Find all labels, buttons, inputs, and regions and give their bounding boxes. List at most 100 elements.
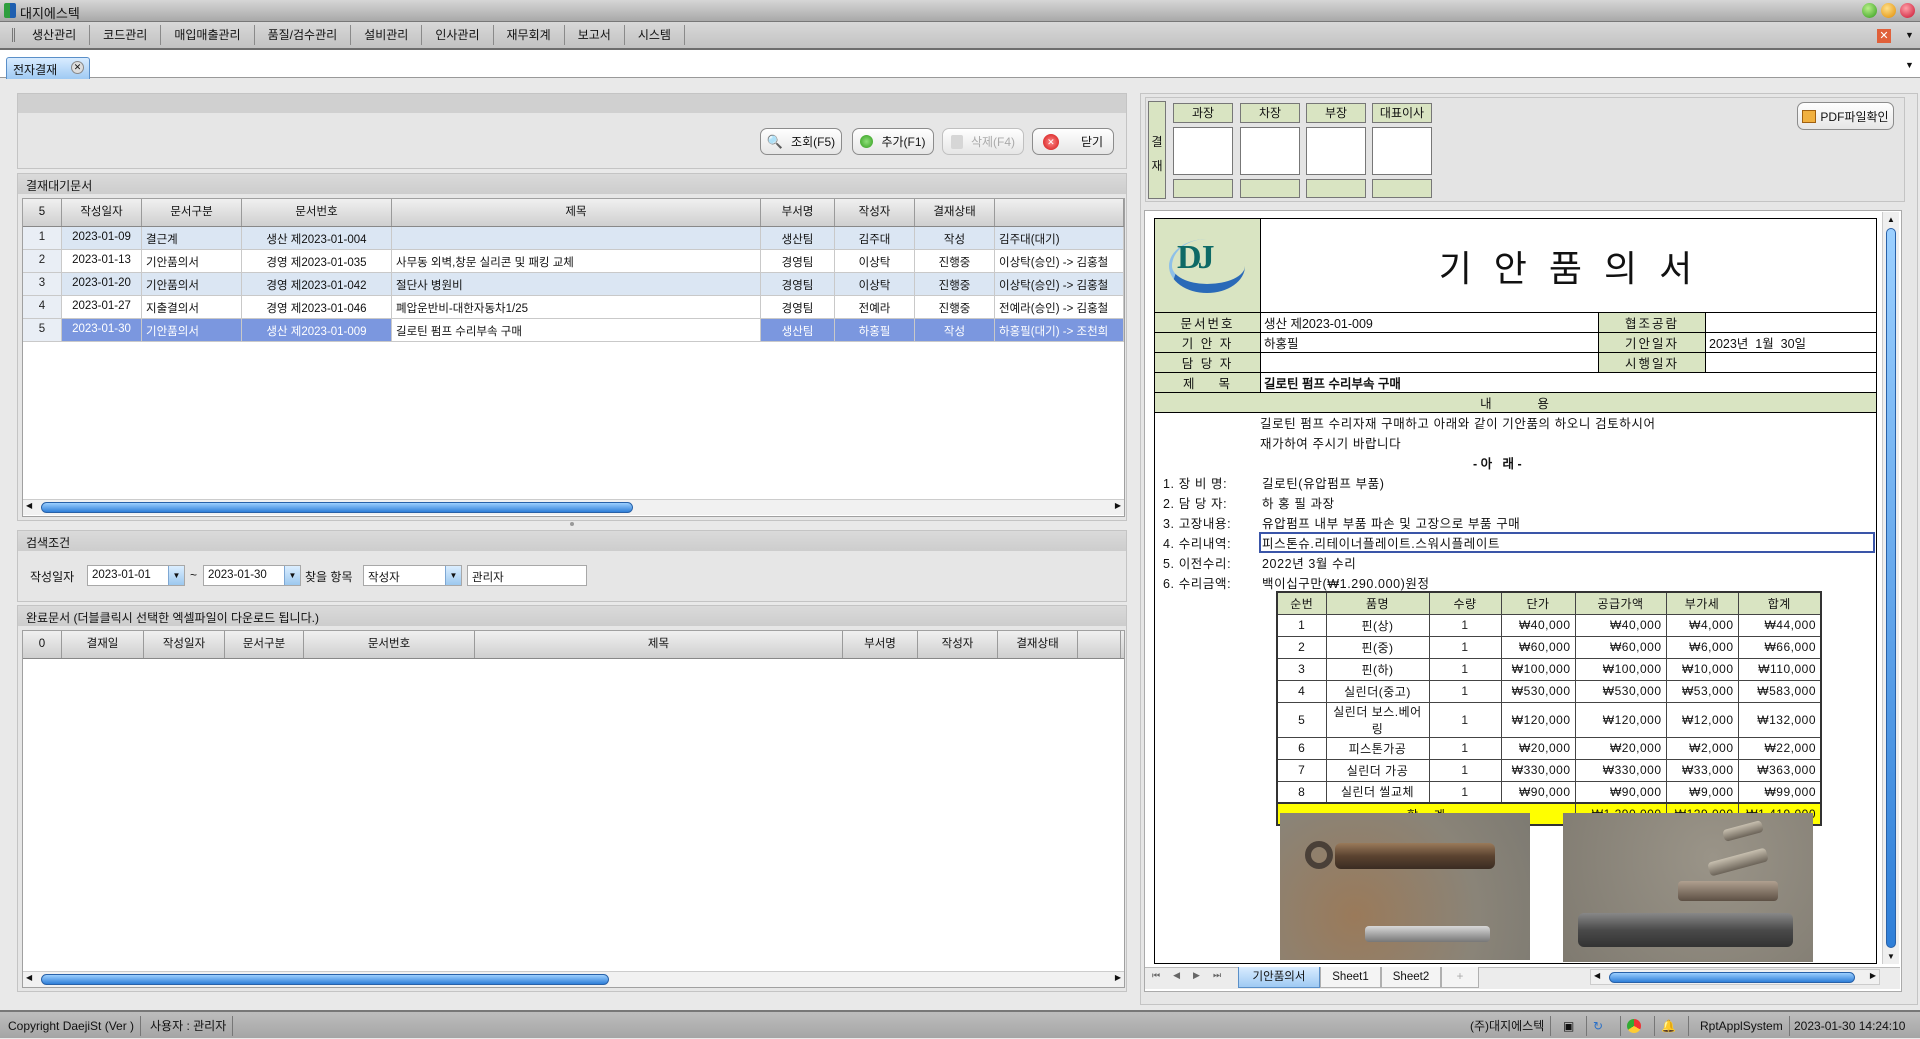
approval-signature-box[interactable] bbox=[1372, 127, 1432, 175]
column-header[interactable]: 결재상태 bbox=[998, 631, 1078, 658]
add-button[interactable]: 추가(F1) bbox=[852, 128, 934, 155]
tab-list-icon[interactable]: ▼ bbox=[1905, 60, 1914, 70]
menu-dropdown-icon[interactable]: ▼ bbox=[1905, 30, 1914, 40]
cell-subject bbox=[392, 227, 761, 249]
notification-bell-icon[interactable]: 🔔 bbox=[1655, 1016, 1689, 1036]
vertical-scrollbar[interactable]: ▲ ▼ bbox=[1882, 212, 1899, 964]
close-tab-icon[interactable]: ✕ bbox=[71, 61, 84, 74]
manager-label: 담 당 자 bbox=[1154, 352, 1261, 373]
scroll-left-icon[interactable]: ◀ bbox=[26, 973, 32, 982]
scroll-thumb[interactable] bbox=[41, 502, 633, 513]
menu-item[interactable]: 보고서 bbox=[565, 25, 625, 45]
menu-item[interactable]: 품질/검수관리 bbox=[255, 25, 352, 45]
column-header[interactable]: 작성자 bbox=[918, 631, 998, 658]
scroll-thumb[interactable] bbox=[41, 974, 609, 985]
column-header[interactable]: 결재상태 bbox=[915, 199, 995, 226]
menu-item[interactable]: 코드관리 bbox=[90, 25, 162, 45]
selected-cell[interactable] bbox=[1259, 532, 1875, 553]
window-close-button[interactable] bbox=[1900, 3, 1915, 18]
title-bar: 대지에스텍 bbox=[0, 0, 1920, 22]
add-sheet-button[interactable]: + bbox=[1441, 967, 1479, 988]
sheet-tab[interactable]: Sheet1 bbox=[1320, 967, 1381, 988]
cell-writer: 전예라 bbox=[835, 296, 915, 318]
menu-item[interactable]: 매입매출관리 bbox=[161, 25, 255, 45]
menu-item[interactable]: 설비관리 bbox=[351, 25, 423, 45]
approval-date-box bbox=[1306, 179, 1366, 198]
scroll-left-icon[interactable]: ◀ bbox=[1594, 971, 1600, 980]
cell-subject: 길로틴 펌프 수리부속 구매 bbox=[392, 319, 761, 341]
completed-horizontal-scrollbar[interactable]: ◀ ▶ bbox=[23, 971, 1124, 987]
column-header[interactable] bbox=[1078, 631, 1121, 658]
scroll-thumb[interactable] bbox=[1886, 228, 1896, 948]
chevron-down-icon[interactable]: ▼ bbox=[445, 566, 461, 585]
chrome-icon[interactable] bbox=[1621, 1016, 1655, 1036]
chevron-down-icon[interactable]: ▼ bbox=[168, 566, 184, 585]
row-count-header: 0 bbox=[23, 631, 62, 658]
close-form-icon[interactable]: ✕ bbox=[1877, 29, 1891, 43]
sheet-tab[interactable]: 기안품의서 bbox=[1238, 967, 1320, 988]
close-button[interactable]: ✕ 닫기 bbox=[1032, 128, 1114, 155]
search-field-select[interactable]: 작성자 ▼ bbox=[363, 565, 462, 586]
column-header[interactable]: 문서구분 bbox=[142, 199, 242, 226]
approval-signature-box[interactable] bbox=[1173, 127, 1233, 175]
maximize-button[interactable] bbox=[1881, 3, 1896, 18]
table-row[interactable]: 5 2023-01-30 기안품의서 생산 제2023-01-009 길로틴 펌프 수리… bbox=[23, 319, 1124, 342]
scroll-left-icon[interactable]: ◀ bbox=[26, 501, 32, 510]
date-from-picker[interactable]: 2023-01-01 ▼ bbox=[87, 565, 185, 586]
approval-signature-box[interactable] bbox=[1306, 127, 1366, 175]
column-header[interactable]: 부서명 bbox=[761, 199, 835, 226]
search-value-input[interactable]: 관리자 bbox=[467, 565, 587, 586]
chevron-down-icon[interactable]: ▼ bbox=[284, 566, 300, 585]
menu-item[interactable]: 시스템 bbox=[625, 25, 685, 45]
table-row[interactable]: 3 2023-01-20 기안품의서 경영 제2023-01-042 절단사 병원비 경영… bbox=[23, 273, 1124, 296]
menu-item[interactable]: 생산관리 bbox=[19, 25, 91, 45]
scroll-right-icon[interactable]: ▶ bbox=[1115, 501, 1121, 510]
refresh-icon[interactable]: ↻ bbox=[1587, 1016, 1621, 1036]
search-button[interactable]: 🔍 조회(F5) bbox=[760, 128, 842, 155]
sheet-tab[interactable]: Sheet2 bbox=[1381, 967, 1441, 988]
pending-documents-grid[interactable]: 5 작성일자 문서구분 문서번호 제목 부서명 작성자 결재상태 1 2023-01-09 결근계… bbox=[22, 198, 1125, 517]
column-header[interactable]: 문서번호 bbox=[304, 631, 475, 658]
sheet-nav-icons[interactable]: ⏮◀▶⏭ bbox=[1152, 970, 1234, 981]
cell-type: 기안품의서 bbox=[142, 273, 242, 295]
column-header[interactable] bbox=[995, 199, 1124, 226]
scroll-right-icon[interactable]: ▶ bbox=[1870, 971, 1876, 980]
menu-item[interactable]: 재무회계 bbox=[494, 25, 565, 45]
scroll-up-icon[interactable]: ▲ bbox=[1883, 215, 1899, 224]
items-table: 순번 품명 수량 단가 공급가액 부가세 합계 1 핀(상) 1 ₩40,000 ₩40,000 ₩4… bbox=[1276, 591, 1822, 826]
item-row: 6 피스톤가공 1 ₩20,000 ₩20,000 ₩2,000 ₩22,000 bbox=[1276, 736, 1822, 760]
search-group-title: 검색조건 bbox=[18, 531, 1126, 551]
column-header[interactable]: 작성일자 bbox=[62, 199, 142, 226]
table-row[interactable]: 2 2023-01-13 기안품의서 경영 제2023-01-035 사무동 외벽,창문… bbox=[23, 250, 1124, 273]
approval-signature-box[interactable] bbox=[1240, 127, 1300, 175]
docno-label: 문서번호 bbox=[1154, 312, 1261, 333]
column-header[interactable]: 문서구분 bbox=[225, 631, 304, 658]
tab-electronic-approval[interactable]: 전자결재 ✕ bbox=[6, 57, 90, 79]
column-header[interactable]: 결재일 bbox=[62, 631, 144, 658]
menu-item[interactable]: 인사관리 bbox=[422, 25, 494, 45]
delete-button[interactable]: 삭제(F4) bbox=[942, 128, 1024, 155]
scroll-right-icon[interactable]: ▶ bbox=[1115, 973, 1121, 982]
table-row[interactable]: 1 2023-01-09 결근계 생산 제2023-01-004 생산팀 김주대 작성 김주대… bbox=[23, 227, 1124, 250]
row-count-header: 5 bbox=[23, 199, 62, 226]
splitter-handle[interactable] bbox=[570, 522, 574, 526]
clipboard-icon[interactable]: ▣ bbox=[1557, 1016, 1587, 1036]
minimize-button[interactable] bbox=[1862, 3, 1877, 18]
scroll-down-icon[interactable]: ▼ bbox=[1887, 952, 1895, 961]
sheet-horizontal-scrollbar[interactable]: ◀ ▶ bbox=[1590, 969, 1880, 985]
column-header[interactable]: 부서명 bbox=[843, 631, 918, 658]
date-label: 작성일자 bbox=[30, 570, 75, 584]
date-to-picker[interactable]: 2023-01-30 ▼ bbox=[203, 565, 301, 586]
pending-horizontal-scrollbar[interactable]: ◀ ▶ bbox=[23, 499, 1124, 515]
column-header[interactable]: 제목 bbox=[475, 631, 843, 658]
pdf-check-button[interactable]: PDF파일확인 bbox=[1797, 102, 1894, 130]
column-header[interactable]: 제목 bbox=[392, 199, 761, 226]
column-header[interactable]: 작성자 bbox=[835, 199, 915, 226]
grid-header: 0 결재일 작성일자 문서구분 문서번호 제목 부서명 작성자 결재상태 bbox=[23, 631, 1124, 659]
table-row[interactable]: 4 2023-01-27 지출결의서 경영 제2023-01-046 폐압운반비-대한자… bbox=[23, 296, 1124, 319]
column-header[interactable]: 문서번호 bbox=[242, 199, 392, 226]
item-cell: ₩99,000 bbox=[1737, 780, 1822, 804]
scroll-thumb[interactable] bbox=[1609, 972, 1855, 983]
completed-documents-grid[interactable]: 0 결재일 작성일자 문서구분 문서번호 제목 부서명 작성자 결재상태 ◀ ▶ bbox=[22, 630, 1125, 988]
column-header[interactable]: 작성일자 bbox=[144, 631, 225, 658]
